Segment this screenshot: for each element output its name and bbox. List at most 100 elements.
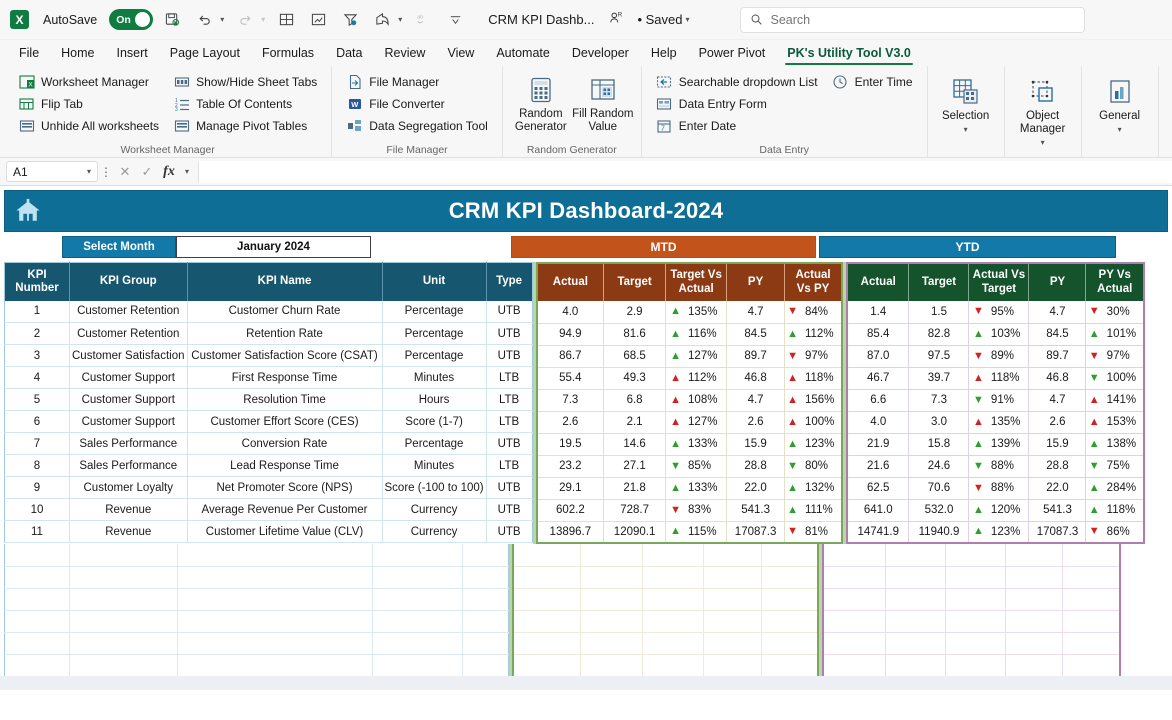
- table-row[interactable]: 6 Customer Support Customer Effort Score (…: [4, 410, 533, 433]
- cell-ytd-py-vs-actual[interactable]: ▲ 101%: [1085, 323, 1144, 346]
- tab-help[interactable]: Help: [640, 40, 688, 66]
- empty-cell[interactable]: [885, 588, 946, 611]
- cell-mtd-py[interactable]: 17087.3: [726, 521, 786, 544]
- empty-cell[interactable]: [462, 610, 509, 633]
- cell-ytd-actual-vs-target[interactable]: ▼ 91%: [968, 389, 1030, 412]
- cell-ytd-py[interactable]: 46.8: [1028, 367, 1087, 390]
- undo-dropdown-caret[interactable]: ▾: [220, 15, 224, 24]
- cell-type[interactable]: UTB: [486, 432, 533, 455]
- saved-status-label[interactable]: • Saved: [637, 12, 682, 27]
- empty-cell[interactable]: [885, 544, 946, 567]
- cell-ytd-py-vs-actual[interactable]: ▲ 153%: [1085, 411, 1144, 434]
- empty-row[interactable]: [4, 544, 509, 567]
- search-box[interactable]: [739, 6, 1085, 33]
- table-grid-icon[interactable]: [273, 7, 299, 33]
- cell-mtd-actual-vs-py[interactable]: ▼ 80%: [784, 455, 842, 478]
- cell-unit[interactable]: Currency: [382, 498, 487, 521]
- empty-cell[interactable]: [885, 632, 946, 655]
- empty-cell[interactable]: [177, 544, 373, 567]
- cell-ytd-actual-vs-target[interactable]: ▲ 135%: [968, 411, 1030, 434]
- empty-cell[interactable]: [1005, 654, 1063, 677]
- empty-cell[interactable]: [1062, 544, 1120, 567]
- cell-mtd-actual-vs-py[interactable]: ▲ 112%: [784, 323, 842, 346]
- cell-mtd-target[interactable]: 2.1: [603, 411, 667, 434]
- btn-enter-time[interactable]: Enter Time: [830, 72, 915, 92]
- empty-row[interactable]: [513, 544, 818, 567]
- cell-kpi-name[interactable]: Retention Rate: [187, 322, 383, 345]
- cell-mtd-target-vs-actual[interactable]: ▲ 133%: [665, 433, 728, 456]
- empty-cell[interactable]: [945, 566, 1006, 589]
- cell-kpi-number[interactable]: 8: [4, 454, 70, 477]
- cell-kpi-group[interactable]: Customer Retention: [69, 300, 188, 323]
- btn-data-entry-form[interactable]: Data Entry Form: [654, 94, 820, 114]
- empty-row[interactable]: [823, 566, 1120, 589]
- cell-ytd-py[interactable]: 541.3: [1028, 499, 1087, 522]
- cell-mtd-py[interactable]: 2.6: [726, 411, 786, 434]
- table-row[interactable]: 641.0 532.0 ▲ 120% 541.3 ▲ 118%: [846, 499, 1144, 522]
- cell-ytd-actual[interactable]: 641.0: [846, 499, 910, 522]
- cell-ytd-actual-vs-target[interactable]: ▼ 95%: [968, 301, 1030, 324]
- cell-kpi-number[interactable]: 6: [4, 410, 70, 433]
- table-row[interactable]: 87.0 97.5 ▼ 89% 89.7 ▼ 97%: [846, 345, 1144, 368]
- empty-cell[interactable]: [372, 544, 463, 567]
- cell-kpi-group[interactable]: Sales Performance: [69, 454, 188, 477]
- cell-unit[interactable]: Minutes: [382, 454, 487, 477]
- cell-type[interactable]: UTB: [486, 520, 533, 543]
- cell-mtd-target-vs-actual[interactable]: ▲ 108%: [665, 389, 728, 412]
- empty-cell[interactable]: [761, 610, 818, 633]
- cell-kpi-number[interactable]: 7: [4, 432, 70, 455]
- cell-mtd-target[interactable]: 81.6: [603, 323, 667, 346]
- table-row[interactable]: 85.4 82.8 ▲ 103% 84.5 ▲ 101%: [846, 323, 1144, 346]
- cell-ytd-actual[interactable]: 46.7: [846, 367, 910, 390]
- empty-cell[interactable]: [761, 544, 818, 567]
- btn-enter-date[interactable]: 7 Enter Date: [654, 116, 820, 136]
- empty-cell[interactable]: [1062, 610, 1120, 633]
- table-row[interactable]: 21.6 24.6 ▼ 88% 28.8 ▼ 75%: [846, 455, 1144, 478]
- cell-mtd-actual[interactable]: 602.2: [536, 499, 605, 522]
- empty-cell[interactable]: [4, 588, 70, 611]
- cell-type[interactable]: UTB: [486, 344, 533, 367]
- cell-mtd-target-vs-actual[interactable]: ▼ 83%: [665, 499, 728, 522]
- empty-cell[interactable]: [1062, 632, 1120, 655]
- cell-mtd-actual-vs-py[interactable]: ▼ 81%: [784, 521, 842, 544]
- tab-insert[interactable]: Insert: [106, 40, 159, 66]
- empty-cell[interactable]: [823, 566, 886, 589]
- empty-cell[interactable]: [4, 654, 70, 677]
- name-box-caret[interactable]: ▾: [87, 167, 91, 176]
- cell-ytd-actual[interactable]: 1.4: [846, 301, 910, 324]
- cell-type[interactable]: UTB: [486, 498, 533, 521]
- cell-mtd-actual-vs-py[interactable]: ▲ 111%: [784, 499, 842, 522]
- table-row[interactable]: 2 Customer Retention Retention Rate Percent…: [4, 322, 533, 345]
- cell-mtd-target[interactable]: 21.8: [603, 477, 667, 500]
- cell-ytd-actual-vs-target[interactable]: ▼ 89%: [968, 345, 1030, 368]
- empty-cell[interactable]: [1005, 588, 1063, 611]
- empty-cell[interactable]: [177, 566, 373, 589]
- btn-general[interactable]: General ▾: [1089, 74, 1151, 143]
- cell-mtd-target[interactable]: 68.5: [603, 345, 667, 368]
- cell-mtd-target[interactable]: 12090.1: [603, 521, 667, 544]
- table-row[interactable]: 8 Sales Performance Lead Response Time Minu…: [4, 454, 533, 477]
- cell-mtd-py[interactable]: 4.7: [726, 301, 786, 324]
- cell-mtd-target[interactable]: 728.7: [603, 499, 667, 522]
- cell-ytd-py-vs-actual[interactable]: ▼ 75%: [1085, 455, 1144, 478]
- formula-expand-caret[interactable]: ▾: [180, 161, 194, 183]
- empty-cell[interactable]: [1005, 566, 1063, 589]
- cell-mtd-target-vs-actual[interactable]: ▲ 116%: [665, 323, 728, 346]
- cell-ytd-target[interactable]: 3.0: [908, 411, 970, 434]
- empty-cell[interactable]: [642, 654, 704, 677]
- share-dropdown-caret[interactable]: ▾: [398, 15, 402, 24]
- search-input[interactable]: [770, 12, 1075, 27]
- empty-cell[interactable]: [1005, 544, 1063, 567]
- btn-selection[interactable]: Selection ▾: [935, 74, 997, 143]
- cell-ytd-py[interactable]: 15.9: [1028, 433, 1087, 456]
- filter-icon[interactable]: [337, 7, 363, 33]
- cell-type[interactable]: UTB: [486, 300, 533, 323]
- cell-mtd-actual[interactable]: 13896.7: [536, 521, 605, 544]
- btn-data-segregation-tool[interactable]: Data Segregation Tool: [344, 116, 490, 136]
- table-row[interactable]: 29.1 21.8 ▲ 133% 22.0 ▲ 132%: [536, 477, 842, 500]
- cell-mtd-target-vs-actual[interactable]: ▲ 133%: [665, 477, 728, 500]
- btn-flip-tab[interactable]: Flip Tab: [16, 94, 161, 114]
- autosave-toggle[interactable]: On: [109, 9, 154, 30]
- cell-ytd-py[interactable]: 89.7: [1028, 345, 1087, 368]
- cell-ytd-target[interactable]: 11940.9: [908, 521, 970, 544]
